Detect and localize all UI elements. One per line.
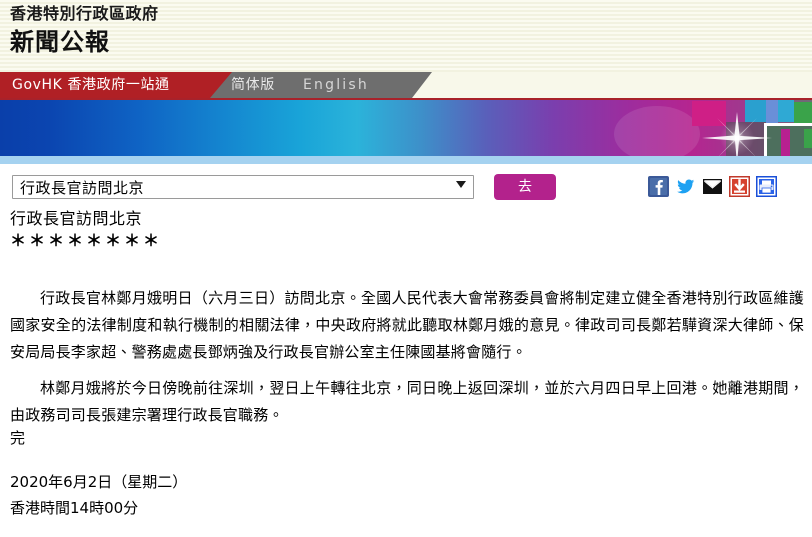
decorative-banner [0, 98, 812, 164]
article-title: 行政長官訪問北京 [10, 209, 143, 228]
nav-link-english[interactable]: English [303, 75, 369, 95]
article-end-mark: 完 [10, 429, 26, 447]
topic-select[interactable]: 行政長官訪問北京 [12, 175, 474, 199]
banner-top-rule [0, 98, 812, 100]
share-icon-row [648, 175, 778, 198]
nav-link-govhk[interactable]: GovHK 香港政府一站通 [12, 75, 170, 95]
chevron-down-icon [456, 181, 466, 188]
banner-green-square-decoration [794, 102, 812, 124]
banner-bottom-rule [0, 156, 812, 164]
twitter-icon[interactable] [675, 176, 696, 197]
article-separator: ＊＊＊＊＊＊＊＊ [10, 231, 163, 250]
banner-magenta-square-decoration [692, 101, 726, 126]
department-name: 香港特別行政區政府 [10, 4, 159, 23]
page-title: 新聞公報 [10, 28, 110, 56]
banner-ellipse-decoration [614, 106, 700, 162]
facebook-icon[interactable] [648, 176, 669, 197]
article-date: 2020年6月2日（星期二） [10, 473, 188, 491]
article-paragraph-2: 林鄭月娥將於今日傍晚前往深圳，翌日上午轉往北京，同日晚上返回深圳，並於六月四日早… [10, 379, 804, 424]
article-paragraph-1: 行政長官林鄭月娥明日（六月三日）訪問北京。全國人民代表大會常務委員會將制定建立健… [10, 289, 804, 361]
topic-select-value: 行政長官訪問北京 [20, 179, 145, 197]
email-icon[interactable] [702, 176, 723, 197]
banner-frame-green-bar [804, 129, 812, 148]
banner-blue-square-decoration [766, 100, 778, 124]
print-icon[interactable] [755, 175, 778, 198]
article-time: 香港時間14時00分 [10, 499, 139, 517]
go-button[interactable]: 去 [494, 174, 556, 200]
nav-link-simplified[interactable]: 简体版 [231, 75, 275, 95]
top-navigation-bar: GovHK 香港政府一站通 简体版 English [0, 72, 812, 98]
site-header: 香港特別行政區政府 新聞公報 [0, 0, 812, 72]
download-icon[interactable] [728, 175, 751, 198]
controls-row: 行政長官訪問北京 去 [0, 164, 812, 208]
